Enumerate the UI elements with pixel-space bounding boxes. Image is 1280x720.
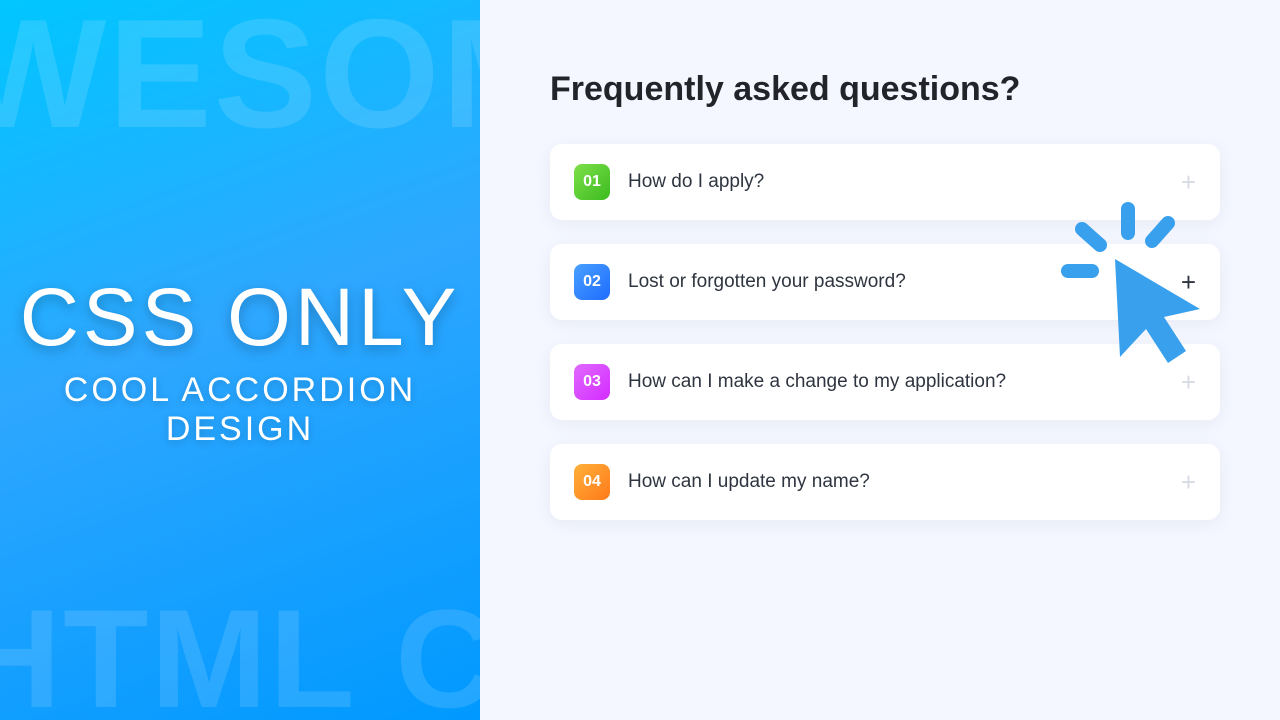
- faq-item[interactable]: 02 Lost or forgotten your password? +: [550, 244, 1220, 320]
- hero-subtitle: COOL ACCORDION DESIGN: [0, 371, 480, 449]
- faq-panel: Frequently asked questions? 01 How do I a…: [480, 0, 1280, 720]
- plus-icon[interactable]: +: [1181, 269, 1196, 295]
- hero-panel: WESOME HTML CSS CSS ONLY COOL ACCORDION …: [0, 0, 480, 720]
- plus-icon[interactable]: +: [1181, 169, 1196, 195]
- faq-question-text: How can I make a change to my applicatio…: [628, 371, 1163, 393]
- plus-icon[interactable]: +: [1181, 469, 1196, 495]
- faq-question-text: Lost or forgotten your password?: [628, 271, 1163, 293]
- faq-number-badge: 03: [574, 364, 610, 400]
- faq-number-badge: 04: [574, 464, 610, 500]
- plus-icon[interactable]: +: [1181, 369, 1196, 395]
- faq-item[interactable]: 04 How can I update my name? +: [550, 444, 1220, 520]
- faq-list: 01 How do I apply? +02 Lost or forgotten yo…: [550, 144, 1220, 520]
- faq-number-badge: 02: [574, 264, 610, 300]
- ghost-text-top: WESOME: [0, 0, 480, 163]
- faq-heading: Frequently asked questions?: [550, 70, 1220, 109]
- hero-title: CSS ONLY: [0, 271, 480, 365]
- faq-number-badge: 01: [574, 164, 610, 200]
- faq-item[interactable]: 01 How do I apply? +: [550, 144, 1220, 220]
- faq-question-text: How can I update my name?: [628, 471, 1163, 493]
- ghost-text-bottom: HTML CSS: [0, 578, 480, 720]
- faq-question-text: How do I apply?: [628, 171, 1163, 193]
- faq-item[interactable]: 03 How can I make a change to my applicat…: [550, 344, 1220, 420]
